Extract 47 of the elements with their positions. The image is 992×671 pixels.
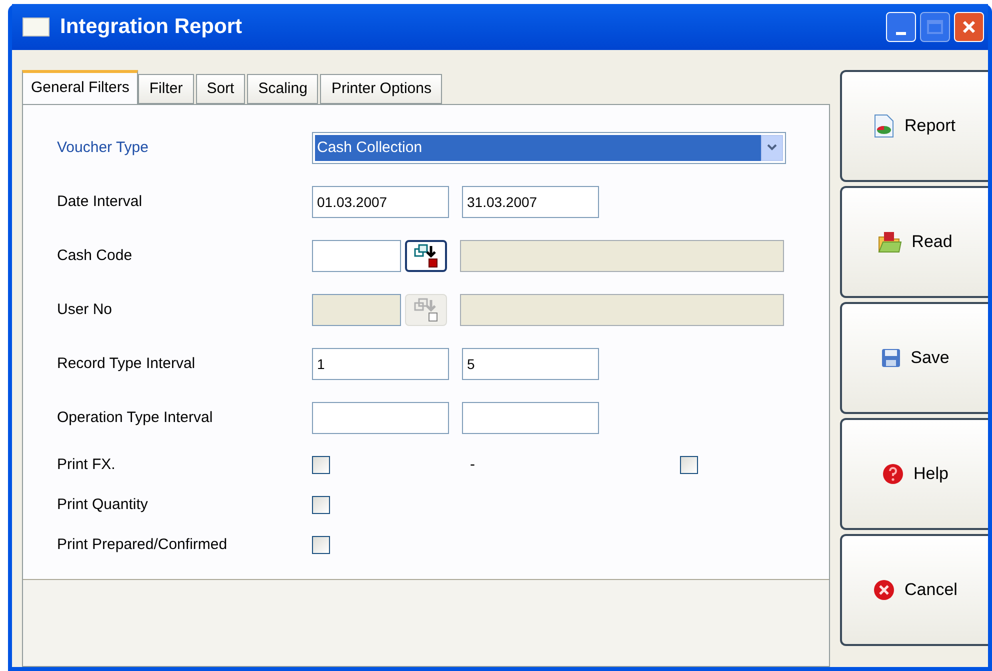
field-label: Record Type Interval	[57, 354, 196, 374]
checkbox[interactable]	[680, 456, 698, 474]
checkbox[interactable]	[312, 496, 330, 514]
close-button[interactable]	[954, 12, 984, 42]
voucher-type-dropdown[interactable]: Cash Collection	[312, 132, 786, 164]
document-icon	[874, 114, 894, 138]
from-field[interactable]: 01.03.2007	[312, 186, 449, 218]
field-label: Operation Type Interval	[57, 408, 214, 428]
tab[interactable]: Printer Options	[320, 74, 442, 104]
to-field[interactable]: 31.03.2007	[462, 186, 599, 218]
cancel-icon	[872, 579, 895, 601]
lookup-button[interactable]	[405, 240, 447, 272]
code-field[interactable]	[312, 240, 401, 272]
lookup-icon	[414, 297, 438, 323]
tab[interactable]: Sort	[196, 74, 246, 104]
maximize-button[interactable]	[920, 12, 950, 42]
field-label: Print FX.	[57, 454, 116, 475]
lookup-icon	[414, 243, 438, 269]
separator-text: -	[470, 454, 475, 475]
field-label: Print Prepared/Confirmed	[57, 534, 228, 555]
field-label: Cash Code	[57, 246, 134, 266]
action-button[interactable]: Read	[840, 186, 988, 298]
maximize-icon	[927, 20, 943, 34]
help-icon	[882, 463, 904, 485]
checkbox[interactable]	[312, 536, 330, 554]
action-button[interactable]: Cancel	[840, 534, 988, 646]
tab[interactable]: Scaling	[247, 74, 318, 104]
from-field[interactable]	[312, 402, 449, 434]
field-label: Print Quantity	[57, 494, 149, 515]
action-button[interactable]: Help	[840, 418, 988, 530]
field-label: Date Interval	[57, 192, 144, 212]
folder-icon	[878, 231, 902, 253]
from-field[interactable]: 1	[312, 348, 449, 380]
action-button[interactable]: Report	[840, 70, 988, 182]
close-icon	[961, 19, 977, 35]
window-icon	[22, 17, 50, 37]
minimize-icon	[896, 32, 906, 35]
to-field[interactable]: 5	[462, 348, 599, 380]
field-label: Voucher Type	[57, 138, 150, 158]
tab[interactable]: General Filters	[22, 70, 138, 104]
checkbox[interactable]	[312, 456, 330, 474]
to-field[interactable]	[462, 402, 599, 434]
tab[interactable]: Filter	[138, 74, 194, 104]
action-button[interactable]: Save	[840, 302, 988, 414]
field-label: User No	[57, 300, 114, 320]
minimize-button[interactable]	[886, 12, 916, 42]
window-title: Integration Report	[60, 14, 242, 40]
